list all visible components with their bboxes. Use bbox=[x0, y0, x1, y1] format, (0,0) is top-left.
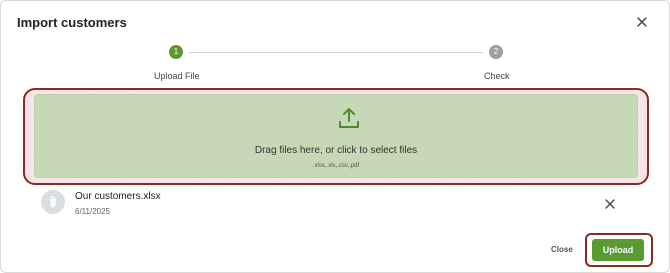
dialog-title: Import customers bbox=[17, 15, 127, 30]
dropzone-instructions: Drag files here, or click to select file… bbox=[254, 145, 418, 156]
upload-button[interactable]: Upload bbox=[592, 239, 644, 261]
close-button[interactable]: Close bbox=[551, 245, 573, 254]
stepper-connector bbox=[189, 52, 483, 53]
file-name: Our customers.xlsx bbox=[75, 191, 161, 202]
step-1-label: Upload File bbox=[154, 71, 200, 81]
close-icon[interactable] bbox=[634, 14, 650, 30]
accepted-file-types: .xlsx,.xls,.csv,.pdf bbox=[312, 163, 360, 169]
step-2-indicator: 2 bbox=[489, 45, 503, 59]
paperclip-icon bbox=[41, 190, 65, 214]
step-1-indicator: 1 bbox=[169, 45, 183, 59]
import-customers-dialog: Import customers 1 2 Upload File Check D… bbox=[0, 0, 670, 273]
remove-file-icon[interactable] bbox=[604, 197, 616, 209]
file-date: 6/11/2025 bbox=[75, 207, 110, 216]
file-dropzone[interactable]: Drag files here, or click to select file… bbox=[34, 94, 638, 178]
step-2-label: Check bbox=[484, 71, 510, 81]
dropzone-highlight: Drag files here, or click to select file… bbox=[23, 88, 649, 185]
upload-button-highlight: Upload bbox=[585, 233, 653, 267]
upload-icon bbox=[337, 106, 361, 130]
